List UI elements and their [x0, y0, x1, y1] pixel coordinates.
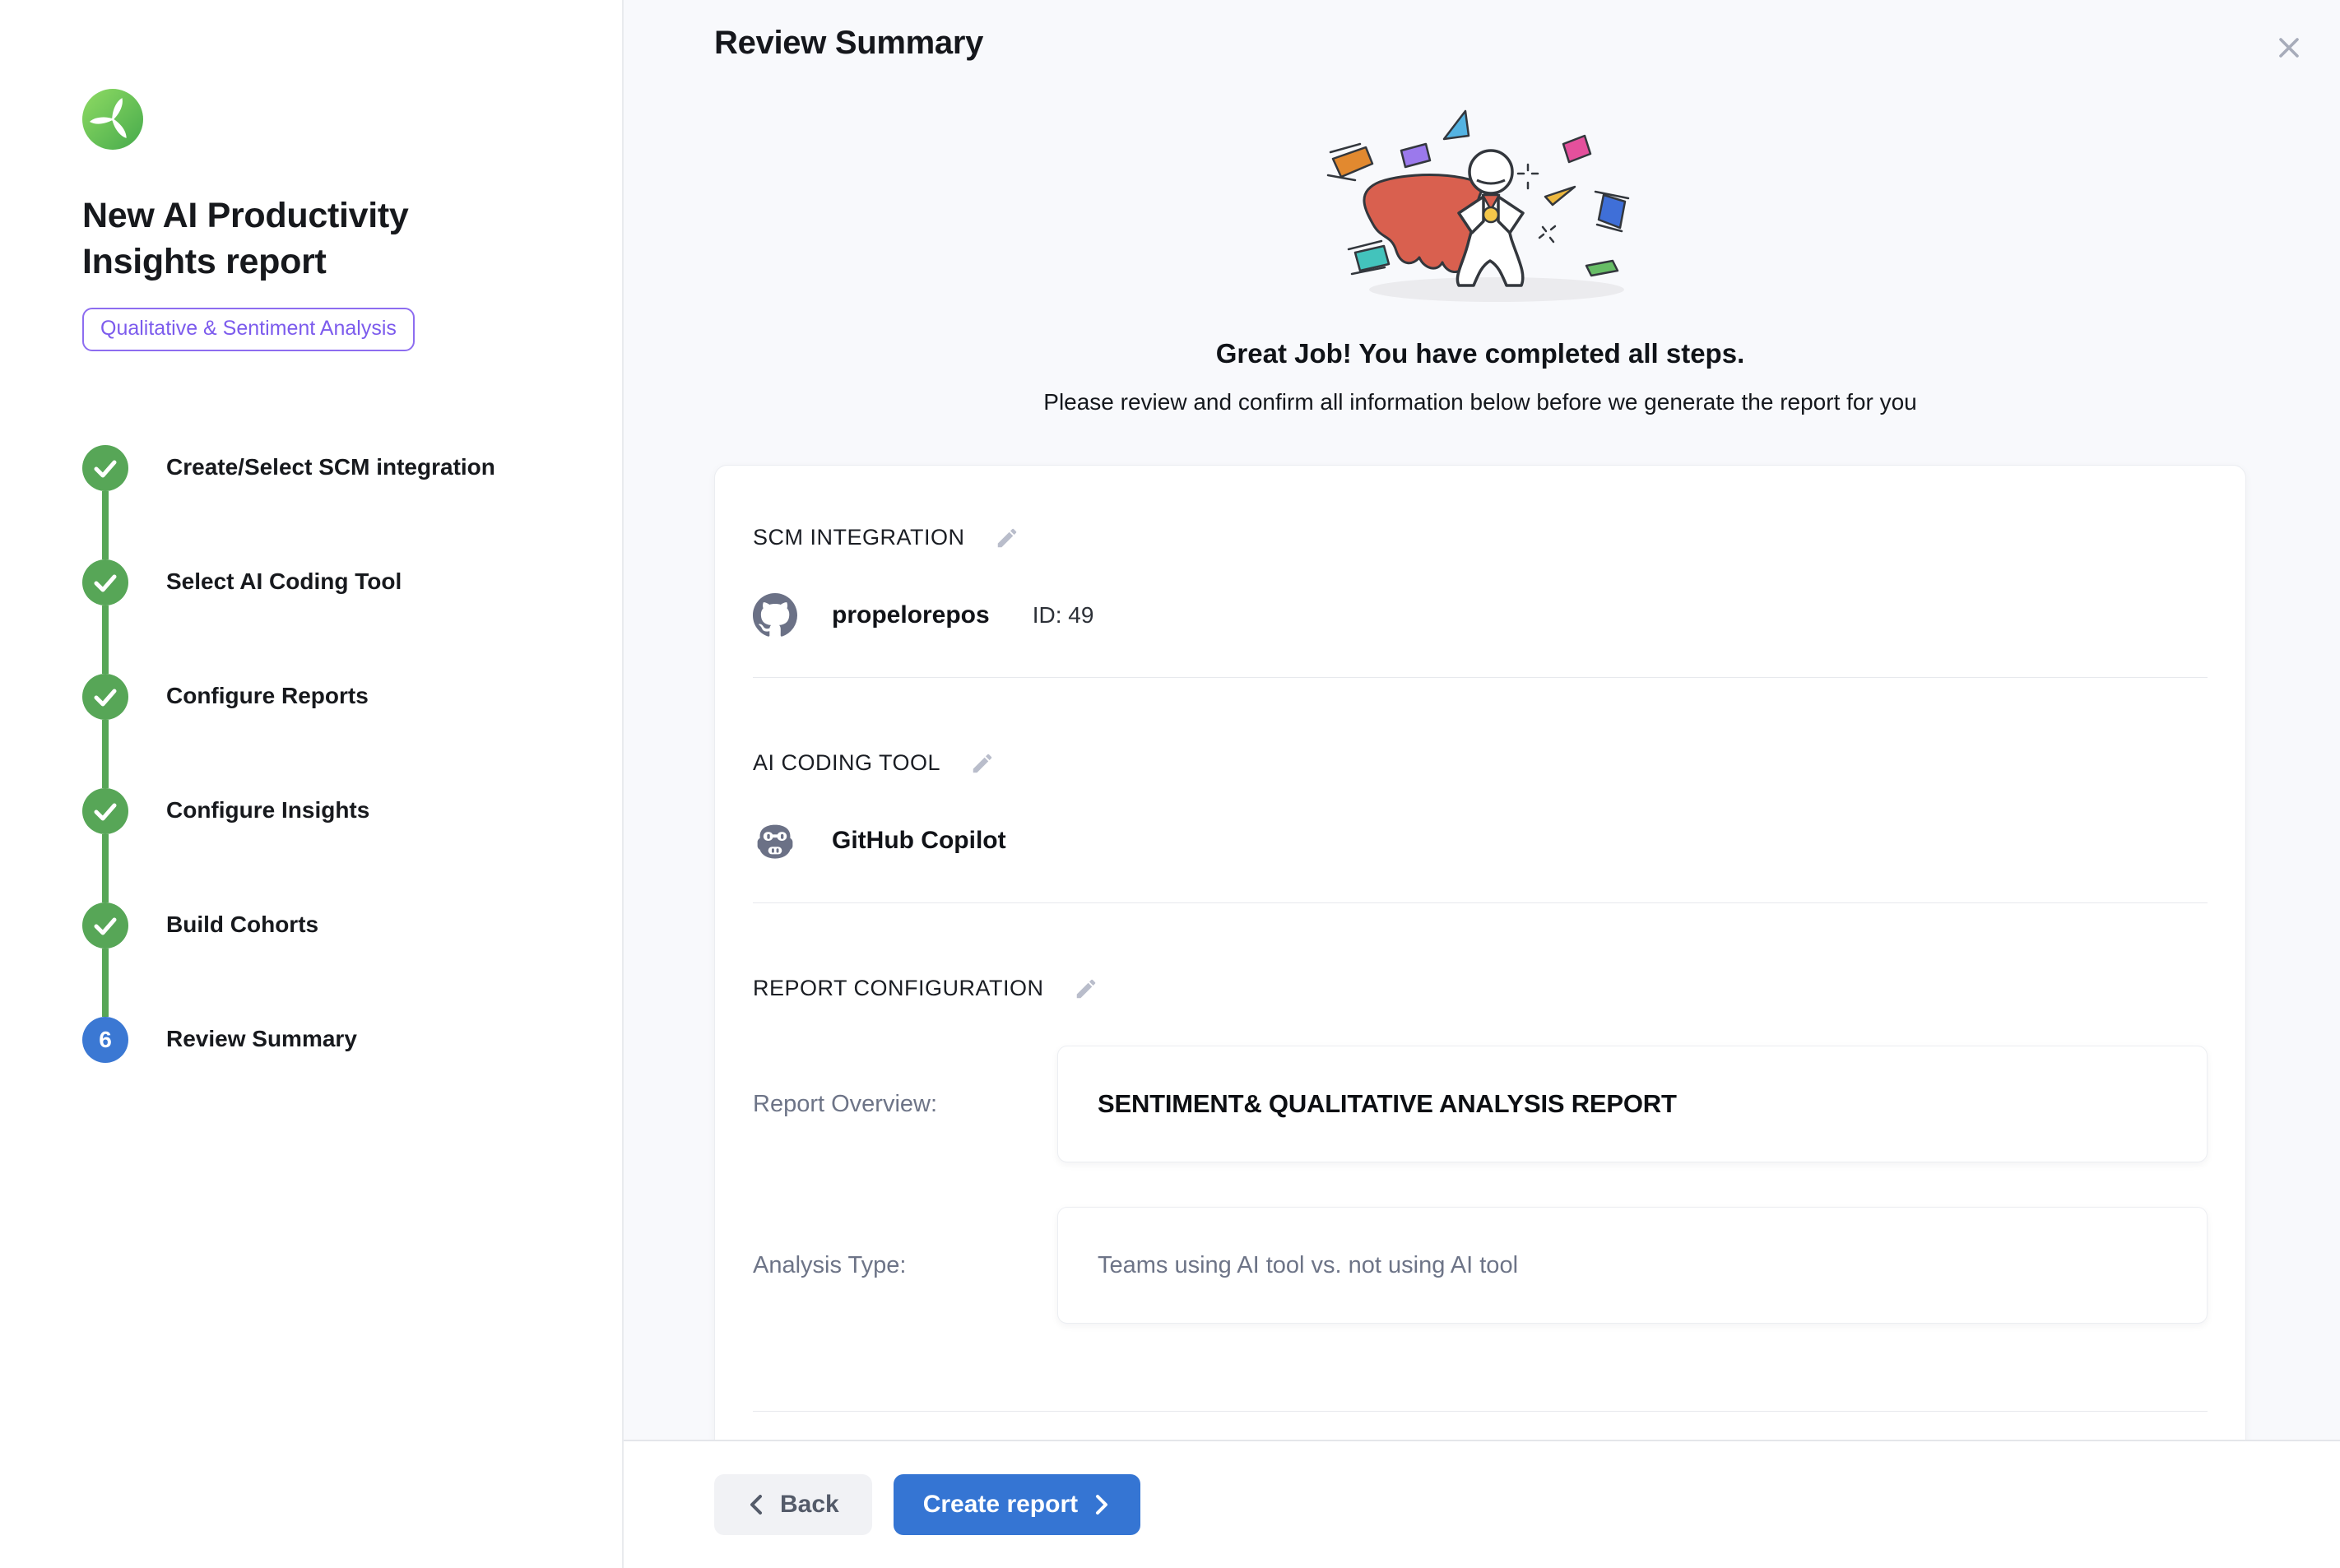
step-label: Select AI Coding Tool [166, 568, 402, 595]
analysis-type-value-box: Teams using AI tool vs. not using AI too… [1057, 1207, 2208, 1324]
step-review-summary[interactable]: 6 Review Summary [82, 1017, 573, 1063]
report-overview-value: SENTIMENT& QUALITATIVE ANALYSIS REPORT [1098, 1089, 1677, 1119]
back-button[interactable]: Back [714, 1474, 872, 1535]
step-label: Create/Select SCM integration [166, 454, 495, 480]
wizard-footer: Back Create report [624, 1440, 2340, 1568]
section-divider [753, 902, 2208, 903]
step-label: Configure Insights [166, 797, 369, 823]
step-create-select-scm-integration[interactable]: Create/Select SCM integration [82, 445, 573, 559]
report-overview-row: Report Overview: SENTIMENT& QUALITATIVE … [753, 1046, 2208, 1162]
app-window: New AI Productivity Insights report Qual… [0, 0, 2340, 1568]
step-connector [102, 720, 109, 788]
step-connector [102, 491, 109, 559]
step-select-ai-coding-tool[interactable]: Select AI Coding Tool [82, 559, 573, 674]
scm-integration-name: propelorepos [832, 601, 990, 629]
step-label: Build Cohorts [166, 912, 318, 938]
step-connector [102, 834, 109, 902]
wizard-stepper: Create/Select SCM integration Select AI … [82, 445, 573, 1063]
copilot-icon [753, 819, 797, 863]
ai-coding-tool-section: AI CODING TOOL [753, 750, 2208, 903]
step-label: Review Summary [166, 1026, 357, 1052]
page-title: Review Summary [714, 25, 2246, 62]
step-connector [102, 605, 109, 674]
section-divider [753, 1411, 2208, 1412]
report-configuration-section: REPORT CONFIGURATION Report Overview: SE… [753, 976, 2208, 1412]
chevron-right-icon [1093, 1492, 1111, 1517]
analysis-type-value: Teams using AI tool vs. not using AI too… [1098, 1252, 1518, 1279]
step-configure-insights[interactable]: Configure Insights [82, 788, 573, 902]
review-summary-panel: Review Summary [624, 0, 2340, 1568]
edit-icon[interactable] [970, 751, 995, 776]
chevron-left-icon [747, 1492, 765, 1517]
summary-card: SCM INTEGRATION propelorepos ID: 49 [714, 465, 2246, 1440]
check-icon [82, 674, 128, 720]
close-icon[interactable] [2271, 30, 2307, 66]
check-icon [82, 902, 128, 949]
create-report-button[interactable]: Create report [894, 1474, 1140, 1535]
propeller-logo-icon [82, 89, 143, 150]
wizard-sidebar: New AI Productivity Insights report Qual… [0, 0, 624, 1568]
review-summary-content: Review Summary [624, 0, 2340, 1440]
step-configure-reports[interactable]: Configure Reports [82, 674, 573, 788]
section-divider [753, 677, 2208, 678]
edit-icon[interactable] [1074, 977, 1098, 1001]
step-build-cohorts[interactable]: Build Cohorts [82, 902, 573, 1017]
congrats-subheading: Please review and confirm all informatio… [1043, 389, 1916, 415]
check-icon [82, 445, 128, 491]
congrats-section: Great Job! You have completed all steps.… [714, 62, 2246, 415]
section-label-ai-tool: AI CODING TOOL [753, 750, 940, 776]
ai-coding-tool-name: GitHub Copilot [832, 827, 1006, 855]
analysis-type-badge: Qualitative & Sentiment Analysis [82, 308, 415, 351]
analysis-type-row: Analysis Type: Teams using AI tool vs. n… [753, 1207, 2208, 1324]
edit-icon[interactable] [995, 526, 1019, 550]
scm-integration-id: ID: 49 [1033, 602, 1094, 629]
github-icon [753, 593, 797, 638]
report-overview-value-box: SENTIMENT& QUALITATIVE ANALYSIS REPORT [1057, 1046, 2208, 1162]
analysis-type-label: Analysis Type: [753, 1252, 1057, 1279]
step-connector [102, 949, 109, 1017]
wizard-title: New AI Productivity Insights report [82, 193, 510, 285]
section-label-report-config: REPORT CONFIGURATION [753, 976, 1044, 1001]
step-label: Configure Reports [166, 683, 369, 709]
celebration-illustration [1250, 100, 1711, 313]
congrats-heading: Great Job! You have completed all steps. [1216, 338, 1744, 369]
report-overview-label: Report Overview: [753, 1091, 1057, 1118]
check-icon [82, 559, 128, 605]
check-icon [82, 788, 128, 834]
scm-integration-section: SCM INTEGRATION propelorepos ID: 49 [753, 525, 2208, 678]
step-number-badge: 6 [82, 1017, 128, 1063]
section-label-scm: SCM INTEGRATION [753, 525, 965, 550]
